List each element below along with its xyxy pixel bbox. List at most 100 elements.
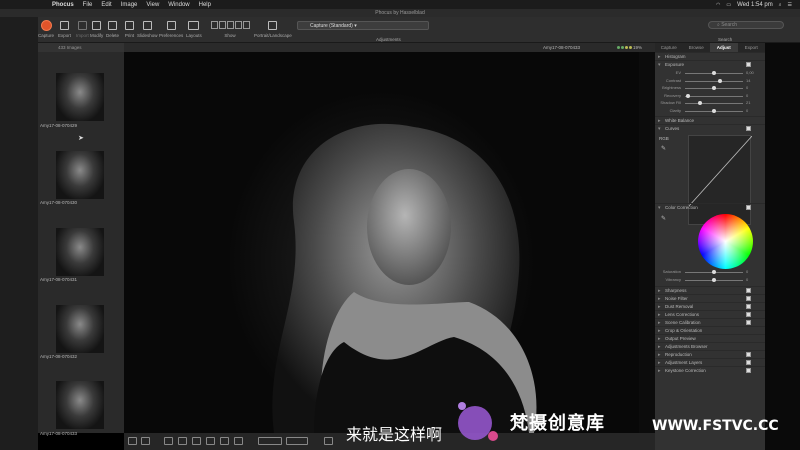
- tool-crop-orientation[interactable]: Crop & Orientation: [655, 326, 765, 335]
- tab-export[interactable]: Export: [738, 43, 766, 52]
- slider-ev[interactable]: EV 0,00: [655, 70, 765, 77]
- hand-tool-icon[interactable]: [220, 437, 229, 445]
- compare-view-icon[interactable]: [141, 437, 150, 445]
- slider-vibrancy[interactable]: Vibrancy 0: [655, 277, 765, 284]
- import-button[interactable]: Import: [76, 19, 89, 38]
- slider-track[interactable]: [685, 95, 743, 97]
- tool-enable-checkbox[interactable]: [746, 320, 751, 325]
- slider-saturation[interactable]: Saturation 0: [655, 269, 765, 276]
- eyedropper-icon[interactable]: ✎: [661, 215, 666, 222]
- tool-color-correction[interactable]: Color Correction: [655, 203, 765, 212]
- tool-enable-checkbox[interactable]: [746, 368, 751, 373]
- menu-image[interactable]: Image: [121, 2, 138, 8]
- tab-capture[interactable]: Capture: [655, 43, 683, 52]
- slider-clarity[interactable]: Clarity 0: [655, 108, 765, 115]
- curve-channel-select[interactable]: RGB: [659, 136, 669, 141]
- tool-white-balance[interactable]: White Balance: [655, 116, 765, 125]
- tool-enable-checkbox[interactable]: [746, 288, 751, 293]
- tool-curves[interactable]: Curves: [655, 124, 765, 133]
- tab-adjust[interactable]: Adjust: [710, 43, 738, 52]
- slider-knob[interactable]: [717, 78, 722, 83]
- tool-enable-checkbox[interactable]: [746, 304, 751, 309]
- thumbnail-4[interactable]: [56, 305, 104, 353]
- previous-image-icon[interactable]: [324, 437, 333, 445]
- slider-knob[interactable]: [712, 278, 716, 282]
- tool-enable-checkbox[interactable]: [746, 360, 751, 365]
- tool-keystone-correction[interactable]: Keystone Correction: [655, 366, 765, 375]
- tool-output-preview[interactable]: Output Preview: [655, 334, 765, 343]
- color-wheel[interactable]: [698, 214, 753, 269]
- tool-enable-checkbox[interactable]: [746, 312, 751, 317]
- slider-value[interactable]: 0: [746, 277, 748, 282]
- menu-app[interactable]: Phocus: [52, 2, 74, 8]
- slider-knob[interactable]: [697, 101, 702, 105]
- notification-icon[interactable]: ☰: [788, 2, 792, 8]
- menu-clock[interactable]: Wed 1:54 pm: [737, 2, 773, 8]
- export-button[interactable]: Export: [58, 19, 71, 38]
- tool-noise-filter[interactable]: Noise Filter: [655, 294, 765, 303]
- slider-track[interactable]: [685, 80, 743, 82]
- tool-dust-removal[interactable]: Dust Removal: [655, 302, 765, 311]
- rating-dots[interactable]: [617, 46, 632, 49]
- tool-enable-checkbox[interactable]: [746, 352, 751, 357]
- picker-tool-icon[interactable]: [192, 437, 201, 445]
- adjustments-style-select[interactable]: Capture (Standard) ▾: [297, 21, 429, 30]
- slider-recovery[interactable]: Recovery 0: [655, 93, 765, 100]
- tool-enable-checkbox[interactable]: [746, 205, 751, 210]
- tool-reproduction[interactable]: Reproduction: [655, 350, 765, 359]
- zoom-level[interactable]: 19%: [633, 45, 642, 50]
- slider-knob[interactable]: [712, 108, 716, 113]
- slider-value[interactable]: 14: [746, 78, 750, 83]
- slider-value[interactable]: 0,00: [746, 70, 754, 75]
- menu-file[interactable]: File: [83, 2, 93, 8]
- zoom-tool-icon[interactable]: [206, 437, 215, 445]
- search-input[interactable]: ⌕ Search: [708, 21, 784, 29]
- tool-histogram[interactable]: Histogram: [655, 52, 765, 61]
- slider-value[interactable]: 0: [746, 85, 748, 90]
- layouts-button[interactable]: Layouts: [186, 19, 202, 38]
- thumbnail-5[interactable]: [56, 381, 104, 429]
- menu-view[interactable]: View: [146, 2, 159, 8]
- spotlight-icon[interactable]: ⌕: [779, 2, 782, 8]
- overlay-mode-icon[interactable]: [258, 437, 282, 445]
- slider-value[interactable]: 0: [746, 108, 748, 113]
- slider-knob[interactable]: [712, 86, 716, 90]
- show-browser-control[interactable]: Show: [210, 19, 250, 38]
- tool-enable-checkbox[interactable]: [746, 296, 751, 301]
- tool-enable-checkbox[interactable]: [746, 126, 751, 131]
- menu-window[interactable]: Window: [168, 2, 189, 8]
- slider-brightness[interactable]: Brightness 0: [655, 85, 765, 92]
- print-button[interactable]: Print: [124, 19, 135, 38]
- wifi-icon[interactable]: ◠: [716, 2, 720, 8]
- slideshow-button[interactable]: Slideshow: [137, 19, 158, 38]
- tool-lens-corrections[interactable]: Lens Corrections: [655, 310, 765, 319]
- thumbnail-3[interactable]: [56, 228, 104, 276]
- slider-contrast[interactable]: Contrast 14: [655, 78, 765, 85]
- delete-button[interactable]: Delete: [106, 19, 119, 38]
- slider-knob[interactable]: [712, 270, 716, 274]
- eyedropper-icon[interactable]: ✎: [661, 145, 666, 152]
- main-photo[interactable]: [124, 52, 639, 433]
- tool-scene-calibration[interactable]: Scene Calibration: [655, 318, 765, 327]
- rotate-tool-icon[interactable]: [234, 437, 243, 445]
- slider-track[interactable]: [685, 103, 743, 104]
- tool-sharpness[interactable]: Sharpness: [655, 286, 765, 295]
- capture-button[interactable]: Capture: [38, 19, 54, 38]
- menu-edit[interactable]: Edit: [101, 2, 111, 8]
- slider-value[interactable]: 0: [746, 93, 748, 98]
- straighten-tool-icon[interactable]: [178, 437, 187, 445]
- slider-value[interactable]: 21: [746, 100, 750, 105]
- single-view-icon[interactable]: [128, 437, 137, 445]
- tab-browse[interactable]: Browse: [683, 43, 711, 52]
- battery-icon[interactable]: ▭: [726, 2, 731, 8]
- slider-knob[interactable]: [685, 93, 690, 98]
- thumbnail-1[interactable]: [56, 73, 104, 121]
- slider-knob[interactable]: [712, 71, 716, 75]
- slider-value[interactable]: 0: [746, 269, 748, 274]
- preferences-button[interactable]: Preferences: [159, 19, 183, 38]
- grid-mode-icon[interactable]: [286, 437, 308, 445]
- thumbnail-2[interactable]: [56, 151, 104, 199]
- portrait-landscape-button[interactable]: Portrait/Landscape: [254, 19, 292, 38]
- modify-button[interactable]: Modify: [90, 19, 103, 38]
- tool-enable-checkbox[interactable]: [746, 62, 751, 67]
